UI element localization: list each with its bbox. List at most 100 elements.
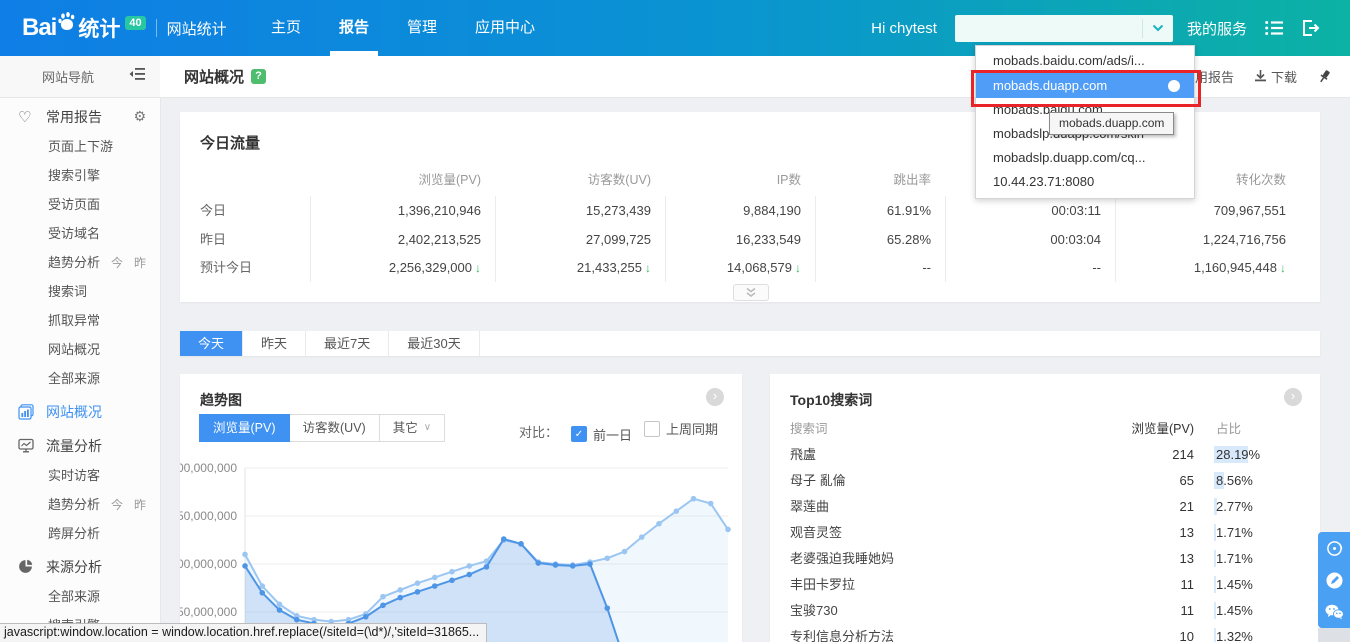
product-name: 网站统计 (167, 18, 227, 39)
traffic-value: 27,099,725 (495, 226, 665, 254)
sidebar-item[interactable]: 全部来源 (0, 364, 160, 393)
compare-label: 对比： (519, 422, 558, 441)
sidebar-item[interactable]: 网站概况 (0, 335, 160, 364)
sidebar-item[interactable]: 搜索引擎 (0, 161, 160, 190)
sidebar-group-item[interactable]: 流量分析 (0, 430, 160, 461)
list-icon[interactable] (1265, 20, 1284, 36)
top10-row: 宝骏730111.45% (790, 598, 1302, 624)
pen-icon[interactable] (1318, 564, 1350, 596)
sidebar-group-item[interactable]: 来源分析 (0, 551, 160, 582)
search-term[interactable]: 丰田卡罗拉 (790, 572, 1108, 598)
top10-row: 观音灵签131.71% (790, 520, 1302, 546)
gear-icon[interactable]: ⚙ (133, 108, 146, 125)
sidebar-group-active[interactable]: 网站概况 (0, 396, 160, 427)
svg-text:150,000,000: 150,000,000 (180, 509, 237, 523)
sidebar-item[interactable]: 跨屏分析 (0, 519, 160, 548)
site-dropdown-item[interactable]: mobadslp.duapp.com/cq... (976, 146, 1194, 170)
search-term[interactable]: 专利信息分析方法 (790, 624, 1108, 642)
sidebar-item[interactable]: 受访页面 (0, 190, 160, 219)
sidebar-group-item[interactable]: ♡常用报告⚙ (0, 101, 160, 132)
share-value: 8.56% (1216, 468, 1302, 494)
traffic-column-header: 跳出率 (815, 164, 945, 196)
sidebar-item[interactable]: 趋势分析今昨 (0, 490, 160, 519)
sidebar-item[interactable]: 实时访客 (0, 461, 160, 490)
pv-value: 13 (1108, 520, 1216, 546)
top-nav-item[interactable]: 应用中心 (456, 0, 554, 56)
date-tab[interactable]: 今天 (180, 331, 243, 356)
top10-row: 丰田卡罗拉111.45% (790, 572, 1302, 598)
help-icon[interactable]: ? (251, 69, 266, 84)
pv-value: 13 (1108, 546, 1216, 572)
down-arrow-icon: ↓ (645, 261, 651, 275)
wechat-icon[interactable] (1318, 596, 1350, 628)
headset-icon[interactable] (1318, 532, 1350, 564)
sidebar-item[interactable]: 页面上下游 (0, 132, 160, 161)
sidebar-item[interactable]: 搜索词 (0, 277, 160, 306)
top-nav-item[interactable]: 主页 (252, 0, 320, 56)
share-value: 1.45% (1216, 572, 1302, 598)
metric-tab[interactable]: 其它∨ (379, 414, 445, 442)
top-nav-item[interactable]: 报告 (320, 0, 388, 56)
traffic-value: 1,160,945,448↓ (1115, 254, 1300, 282)
sidebar-item[interactable]: 受访域名 (0, 219, 160, 248)
top10-row: 翠莲曲212.77% (790, 494, 1302, 520)
site-dropdown-item[interactable]: mobads.baidu.com/ads/i... (976, 49, 1194, 73)
logout-icon[interactable] (1302, 20, 1320, 36)
pie-icon (18, 559, 35, 574)
baidu-tongji-logo[interactable]: Bai 统计 40 网站统计 (22, 11, 227, 46)
top10-table: 搜索词 浏览量(PV) 占比 飛盧21428.19%母子 亂倫658.56%翠莲… (790, 416, 1302, 642)
divider (156, 19, 157, 37)
sidebar-item[interactable]: 全部来源 (0, 582, 160, 611)
svg-text:200,000,000: 200,000,000 (180, 461, 237, 475)
search-term[interactable]: 老婆强迫我睡她妈 (790, 546, 1108, 572)
share-value: 1.71% (1216, 546, 1302, 572)
metric-tab[interactable]: 访客数(UV) (289, 414, 380, 442)
download-button[interactable]: 下载 (1254, 67, 1297, 86)
collapse-sidebar-icon[interactable] (129, 67, 146, 86)
traffic-value: -- (945, 254, 1115, 282)
version-badge: 40 (125, 16, 145, 30)
top-nav: 主页报告管理应用中心 (252, 0, 554, 56)
sidebar: 网站导航 ♡常用报告⚙页面上下游搜索引擎受访页面受访域名趋势分析今昨搜索词抓取异… (0, 56, 161, 642)
search-term[interactable]: 飛盧 (790, 442, 1108, 468)
search-term[interactable]: 观音灵签 (790, 520, 1108, 546)
search-term[interactable]: 宝骏730 (790, 598, 1108, 624)
open-report-arrow-icon[interactable]: › (1284, 388, 1302, 406)
pin-icon[interactable] (1317, 69, 1332, 84)
floating-support-widget (1318, 532, 1350, 628)
chevron-down-icon[interactable] (1142, 19, 1173, 38)
traffic-value: 65.28% (815, 226, 945, 254)
share-value: 28.19% (1216, 442, 1302, 468)
col-pv: 浏览量(PV) (1108, 416, 1216, 442)
metric-tab[interactable]: 浏览量(PV) (199, 414, 290, 442)
traffic-row-label: 预计今日 (200, 254, 310, 282)
checkbox[interactable] (644, 421, 660, 437)
quick-link[interactable]: 昨 (134, 256, 146, 270)
open-report-arrow-icon[interactable]: › (706, 388, 724, 406)
site-dropdown-item[interactable]: 10.44.23.71:8080 (976, 170, 1194, 194)
traffic-value: 16,233,549 (665, 226, 815, 254)
search-term[interactable]: 母子 亂倫 (790, 468, 1108, 494)
page-title: 网站概况 (184, 66, 244, 87)
traffic-row-label: 今日 (200, 196, 310, 226)
date-tab[interactable]: 最近30天 (389, 331, 479, 356)
sidebar-item[interactable]: 趋势分析今昨 (0, 248, 160, 277)
sidebar-item[interactable]: 抓取异常 (0, 306, 160, 335)
date-tab[interactable]: 最近7天 (306, 331, 389, 356)
my-services-link[interactable]: 我的服务 (1187, 18, 1247, 39)
sidebar-header: 网站导航 (0, 56, 160, 98)
collapse-panel-button[interactable] (733, 284, 769, 301)
traffic-column-header: 访客数(UV) (495, 164, 665, 196)
top-nav-item[interactable]: 管理 (388, 0, 456, 56)
quick-link[interactable]: 今 (111, 256, 123, 270)
svg-text:50,000,000: 50,000,000 (180, 605, 237, 619)
quick-link[interactable]: 昨 (134, 498, 146, 512)
traffic-value: 2,402,213,525 (310, 226, 495, 254)
search-term[interactable]: 翠莲曲 (790, 494, 1108, 520)
site-dropdown-item[interactable]: mobads.duapp.com (976, 73, 1194, 98)
traffic-value: 1,224,716,756 (1115, 226, 1300, 254)
quick-link[interactable]: 今 (111, 498, 123, 512)
date-tab[interactable]: 昨天 (243, 331, 306, 356)
top10-row: 母子 亂倫658.56% (790, 468, 1302, 494)
site-select[interactable] (955, 15, 1173, 42)
